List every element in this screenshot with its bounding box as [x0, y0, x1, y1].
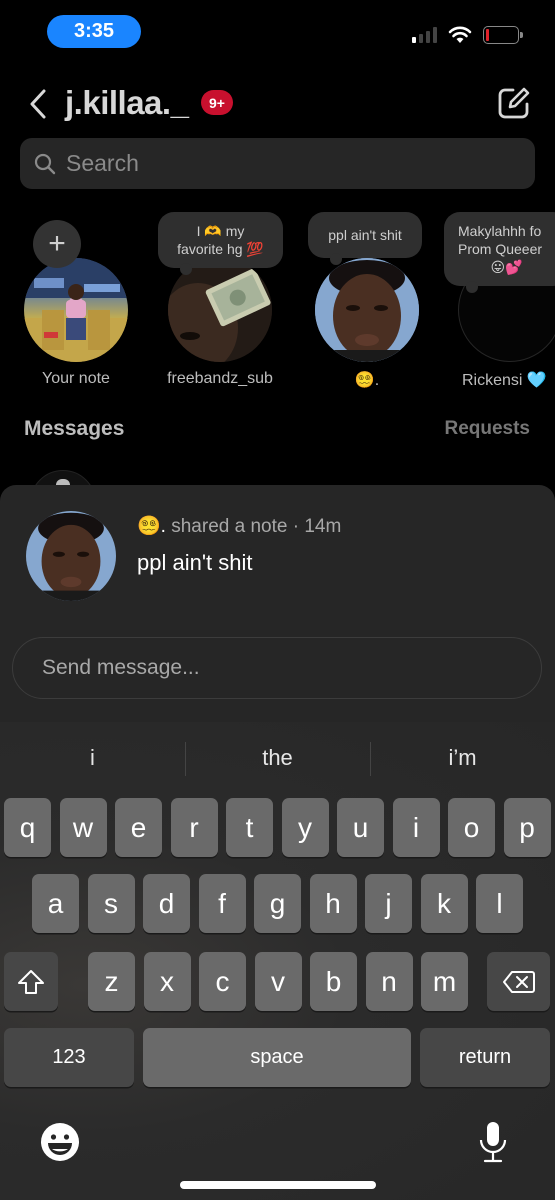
space-key[interactable]: space	[143, 1028, 411, 1087]
note-name: Rickensi 🩵	[462, 372, 547, 389]
compose-icon[interactable]	[497, 86, 531, 120]
key-k[interactable]: k	[420, 874, 468, 933]
key-i[interactable]: i	[392, 798, 440, 857]
key-x[interactable]: x	[143, 952, 191, 1011]
search-input[interactable]	[66, 150, 506, 177]
keyboard: i the i’m qwertyuiopasdfghjklzxcvbnm 123…	[0, 722, 555, 1200]
key-l[interactable]: l	[476, 874, 523, 933]
note-bubble[interactable]: ppl ain't shit	[308, 212, 422, 265]
numbers-key[interactable]: 123	[4, 1028, 134, 1087]
microphone-icon[interactable]	[478, 1120, 508, 1164]
note-name: freebandz_sub	[167, 370, 273, 387]
key-a[interactable]: a	[32, 874, 79, 933]
return-key[interactable]: return	[420, 1028, 550, 1087]
key-s[interactable]: s	[87, 874, 135, 933]
avatar-photo	[26, 511, 116, 601]
messages-heading: Messages	[24, 417, 125, 440]
key-m[interactable]: m	[421, 952, 468, 1011]
key-n[interactable]: n	[365, 952, 413, 1011]
key-w[interactable]: w	[59, 798, 107, 857]
account-username[interactable]: j.killaa._	[65, 84, 189, 122]
key-f[interactable]: f	[198, 874, 246, 933]
note-author-avatar[interactable]	[26, 511, 116, 601]
note-action: shared a note · 14m	[165, 516, 342, 537]
search-bar[interactable]	[20, 138, 535, 189]
avatar-photo	[24, 258, 128, 362]
emoji-icon[interactable]	[40, 1122, 80, 1162]
key-r[interactable]: r	[170, 798, 218, 857]
note-item-freebandz-sub[interactable]: I 🫶 my favorite hg 💯 freebandz_sub	[148, 208, 288, 398]
backspace-icon	[502, 970, 535, 993]
note-meta: 😵‍💫. shared a note · 14m	[137, 514, 341, 538]
key-d[interactable]: d	[143, 874, 190, 933]
wifi-icon	[448, 26, 472, 43]
key-o[interactable]: o	[448, 798, 495, 857]
send-message-input[interactable]	[12, 637, 542, 699]
status-icons	[412, 26, 523, 44]
key-t[interactable]: t	[226, 798, 273, 857]
key-z[interactable]: z	[88, 952, 135, 1011]
note-bubble[interactable]: Makylahhh fo Prom Queeer 😛💕	[444, 212, 555, 293]
key-j[interactable]: j	[365, 874, 412, 933]
author-emoji[interactable]: 😵‍💫	[137, 516, 161, 537]
home-indicator[interactable]	[180, 1181, 376, 1189]
predictive-bar: i the i’m	[0, 722, 555, 794]
key-u[interactable]: u	[337, 798, 384, 857]
status-time[interactable]: 3:35	[47, 15, 141, 48]
delete-key[interactable]	[487, 952, 550, 1011]
key-h[interactable]: h	[309, 874, 357, 933]
header: j.killaa._ 9+	[0, 80, 555, 128]
prediction-1[interactable]: i	[0, 722, 185, 794]
shift-key[interactable]	[4, 952, 58, 1011]
key-e[interactable]: e	[115, 798, 162, 857]
add-note-button[interactable]: +	[33, 220, 81, 268]
key-c[interactable]: c	[199, 952, 246, 1011]
avatar[interactable]	[24, 258, 128, 362]
note-text: ppl ain't shit	[137, 550, 253, 575]
requests-link[interactable]: Requests	[444, 418, 530, 440]
notes-row: + Your note I 🫶 my favorite hg 💯 freeban…	[0, 208, 555, 398]
battery-icon	[483, 26, 523, 44]
shift-icon	[18, 969, 44, 994]
avatar[interactable]	[315, 258, 419, 362]
key-y[interactable]: y	[281, 798, 329, 857]
plus-icon: +	[48, 227, 66, 260]
prediction-2[interactable]: the	[185, 722, 370, 794]
key-q[interactable]: q	[4, 798, 51, 857]
key-v[interactable]: v	[254, 952, 302, 1011]
avatar-photo	[315, 258, 419, 362]
key-b[interactable]: b	[310, 952, 357, 1011]
notification-badge: 9+	[201, 90, 233, 115]
note-item-your-note[interactable]: + Your note	[4, 208, 144, 398]
note-bubble[interactable]: I 🫶 my favorite hg 💯	[158, 212, 283, 275]
key-g[interactable]: g	[254, 874, 301, 933]
signal-icon	[412, 27, 437, 43]
note-item-spiral-eyes[interactable]: ppl ain't shit 😵‍💫.	[295, 208, 435, 398]
note-name: 😵‍💫.	[354, 372, 380, 389]
note-item-rickensi[interactable]: Makylahhh fo Prom Queeer 😛💕 Rickensi 🩵	[440, 208, 555, 398]
prediction-3[interactable]: i’m	[370, 722, 555, 794]
key-p[interactable]: p	[503, 798, 551, 857]
search-icon	[34, 153, 56, 174]
note-name: Your note	[42, 370, 110, 387]
chevron-left-icon[interactable]	[26, 86, 52, 122]
